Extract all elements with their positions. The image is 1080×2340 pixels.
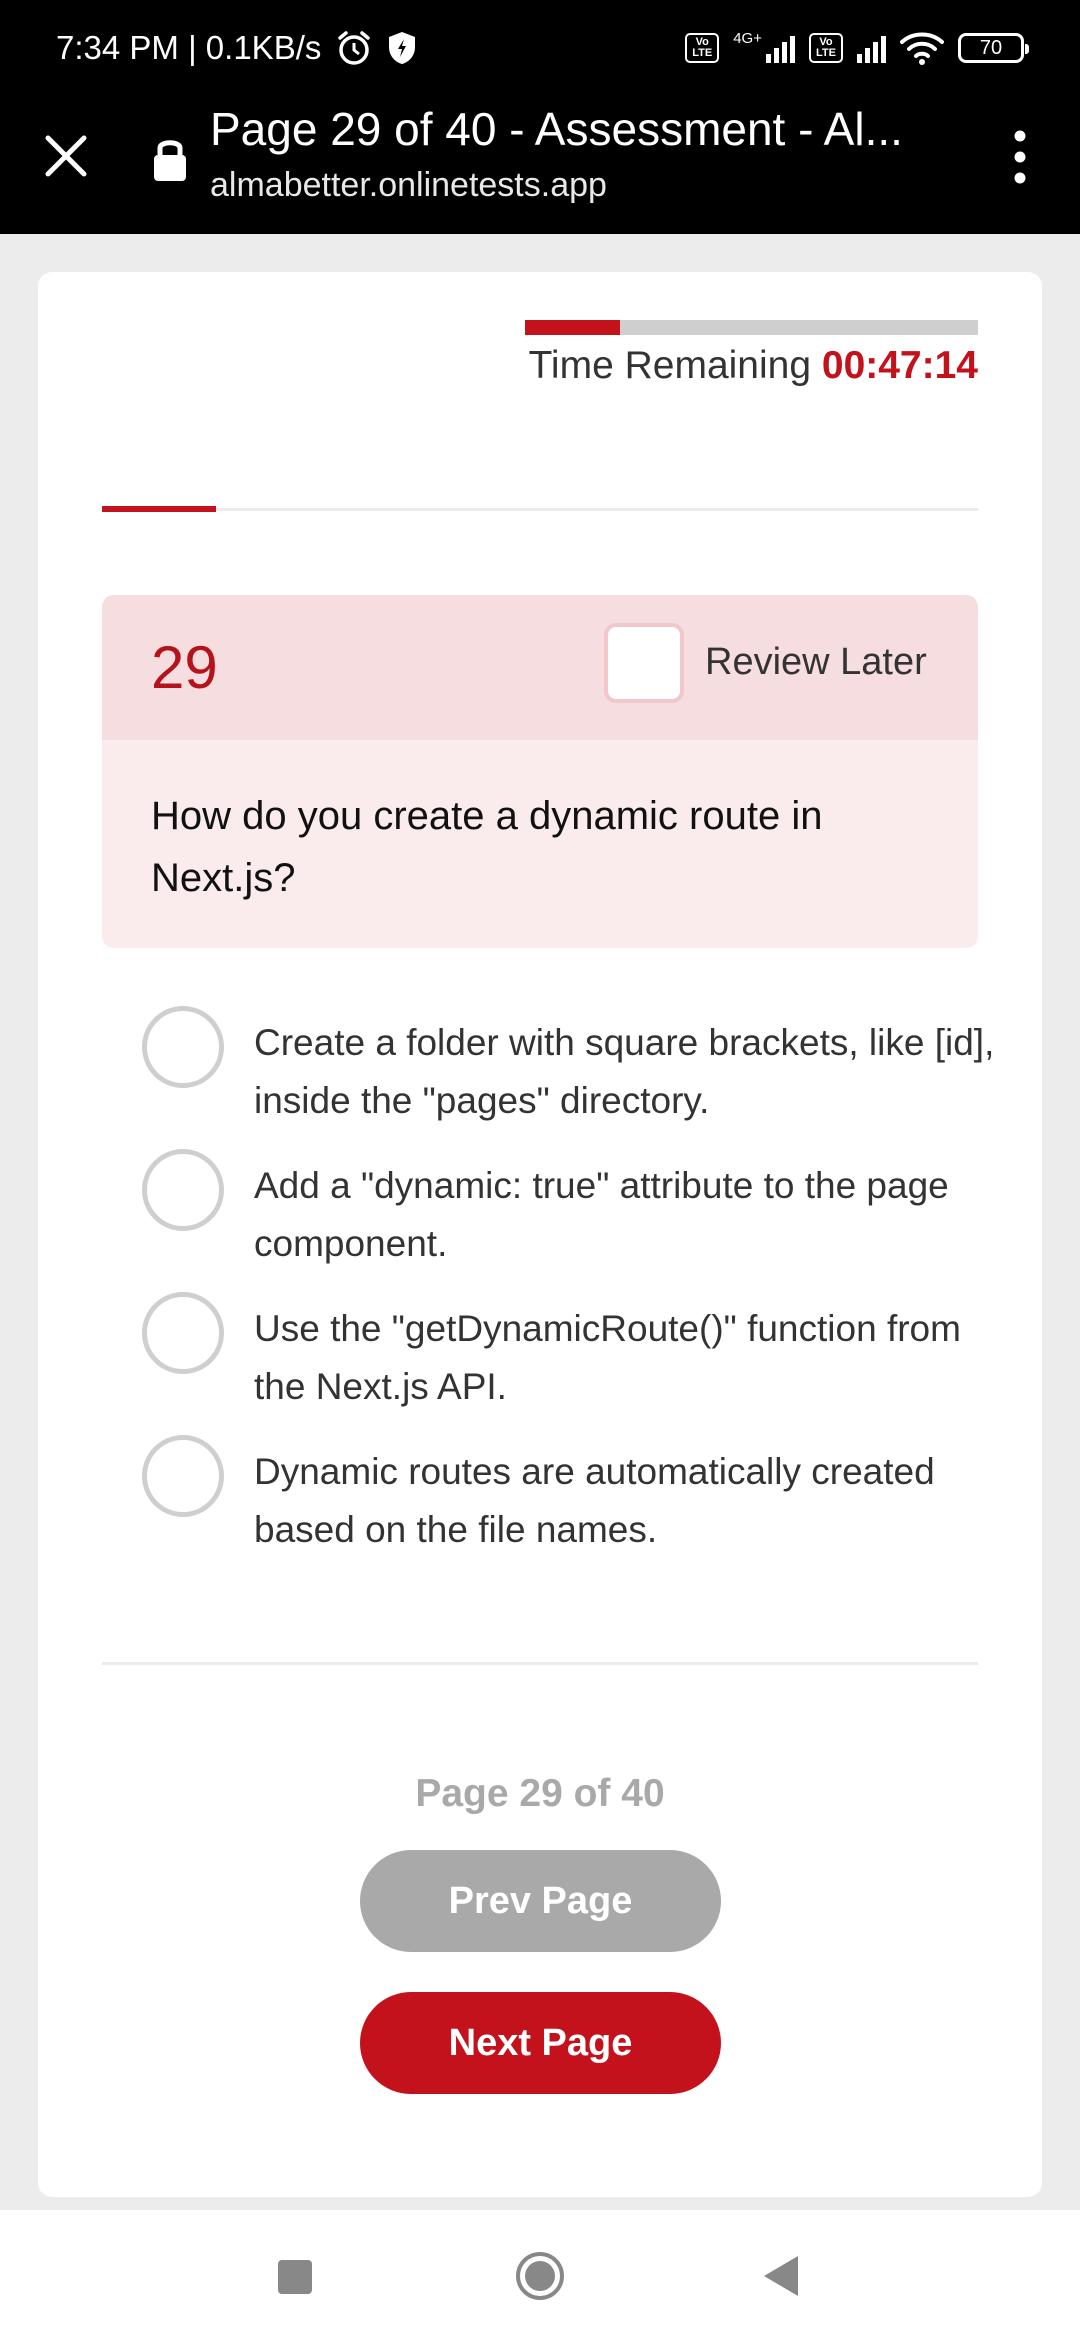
option-3-text[interactable]: Use the "getDynamicRoute()" function fro…: [254, 1300, 1014, 1416]
option-1-text[interactable]: Create a folder with square brackets, li…: [254, 1014, 1014, 1130]
divider: [102, 1662, 978, 1665]
option-4-text[interactable]: Dynamic routes are automatically created…: [254, 1443, 1014, 1559]
circle-icon[interactable]: [514, 2250, 566, 2302]
battery-icon: 70: [958, 33, 1029, 63]
shield-icon: [389, 32, 416, 64]
status-time-speed: 7:34 PM | 0.1KB/s: [56, 29, 322, 66]
option-3-radio[interactable]: [142, 1292, 224, 1374]
timer-progress-fill: [525, 320, 621, 335]
question-number: 29: [151, 634, 218, 701]
page-indicator: Page 29 of 40: [415, 1772, 665, 1815]
time-remaining-value: 00:47:14: [821, 344, 978, 387]
assessment-card: Time Remaining 00:47:14 29 Review Later …: [38, 272, 1042, 2197]
page-url[interactable]: almabetter.onlinetests.app: [210, 166, 607, 205]
option-4[interactable]: Dynamic routes are automatically created…: [142, 1435, 1022, 1555]
lock-icon: [154, 140, 186, 181]
volte-badge-1: Vo LTE: [685, 33, 720, 63]
signal-icon: [766, 33, 795, 63]
system-nav-bar: [0, 2210, 1080, 2340]
battery-level: 70: [979, 36, 1003, 59]
page-title: Page 29 of 40 - Assessment - Al...: [210, 103, 903, 155]
wifi-icon: [900, 32, 944, 65]
option-2-radio[interactable]: [142, 1149, 224, 1231]
more-vertical-icon[interactable]: [1000, 122, 1040, 192]
option-4-radio[interactable]: [142, 1435, 224, 1517]
option-2[interactable]: Add a "dynamic: true" attribute to the p…: [142, 1149, 1022, 1269]
next-page-button[interactable]: Next Page: [360, 1992, 721, 2094]
option-2-text[interactable]: Add a "dynamic: true" attribute to the p…: [254, 1157, 1014, 1273]
assessment-progress-fill: [102, 506, 216, 512]
prev-page-button[interactable]: Prev Page: [360, 1850, 721, 1952]
question-text: How do you create a dynamic route in Nex…: [102, 740, 978, 948]
timer-progress-bar: [525, 320, 978, 335]
alarm-icon: [338, 31, 371, 65]
browser-toolbar: Page 29 of 40 - Assessment - Al... almab…: [0, 96, 1080, 234]
time-remaining-label: Time Remaining: [528, 344, 812, 387]
assessment-progress-bar: [102, 506, 978, 512]
review-later-checkbox[interactable]: [604, 623, 684, 703]
status-left: 7:34 PM | 0.1KB/s: [56, 29, 417, 67]
volte-badge-2: Vo LTE: [809, 33, 843, 63]
option-3[interactable]: Use the "getDynamicRoute()" function fro…: [142, 1292, 1022, 1412]
status-right: Vo LTE 4G+ Vo LTE 70: [685, 30, 1029, 66]
network-type: 4G+: [733, 30, 762, 47]
option-1[interactable]: Create a folder with square brackets, li…: [142, 1006, 1022, 1126]
review-later-label[interactable]: Review Later: [705, 641, 927, 684]
status-bar: 7:34 PM | 0.1KB/s Vo LTE 4G+ Vo LTE 70: [0, 0, 1080, 96]
square-icon[interactable]: [278, 2260, 312, 2294]
signal-icon-2: [857, 33, 886, 63]
triangle-back-icon[interactable]: [762, 2254, 800, 2298]
time-remaining: Time Remaining 00:47:14: [529, 344, 978, 388]
option-1-radio[interactable]: [142, 1006, 224, 1088]
question-header: 29 Review Later: [102, 595, 978, 740]
close-icon[interactable]: [40, 130, 92, 182]
